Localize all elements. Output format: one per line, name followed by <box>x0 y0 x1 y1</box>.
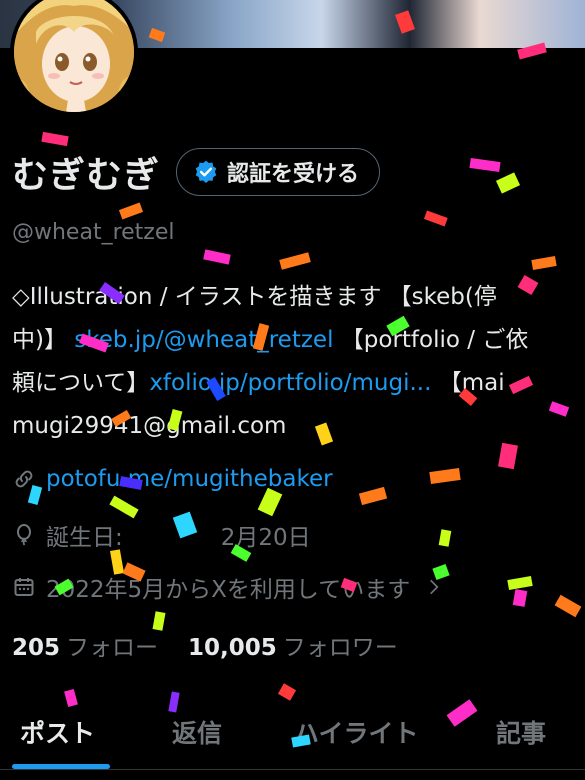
following-value: 205 <box>12 635 61 661</box>
bio: ◇Illustration / イラストを描きます 【skeb(停 中)】 sk… <box>12 276 585 448</box>
website-row: potofu.me/mugithebaker <box>12 466 333 492</box>
bio-text: 頼について】 <box>12 370 150 396</box>
name-row: むぎむぎ 認証を受ける <box>12 146 381 198</box>
profile-tabs: ポスト 返信 ハイライト 記事 <box>0 700 585 764</box>
tab-posts[interactable]: ポスト <box>20 714 95 750</box>
tab-articles[interactable]: 記事 <box>496 714 546 750</box>
followers-value: 10,005 <box>188 635 277 661</box>
chevron-right-icon <box>430 579 439 595</box>
bio-text: 【portfolio / ご依 <box>340 327 529 353</box>
tab-highlights[interactable]: ハイライト <box>294 714 419 750</box>
tabs-divider <box>0 769 585 770</box>
bio-line: 頼について】xfolio.jp/portfolio/mugi... 【mai <box>12 362 585 405</box>
following-count[interactable]: 205 フォロー <box>12 628 158 662</box>
bio-line: 中)】 skeb.jp/@wheat_retzel 【portfolio / ご… <box>12 319 585 362</box>
calendar-icon <box>14 578 34 596</box>
bio-line: ◇Illustration / イラストを描きます 【skeb(停 <box>12 284 497 310</box>
verified-badge-icon <box>195 160 217 183</box>
followers-label: フォロワー <box>282 635 398 661</box>
xfolio-link[interactable]: xfolio.jp/portfolio/mugi... <box>149 370 431 396</box>
display-name: むぎむぎ <box>12 155 161 196</box>
bio-text: 【mai <box>438 370 505 396</box>
tab-replies[interactable]: 返信 <box>172 714 222 750</box>
followers-count[interactable]: 10,005 フォロワー <box>188 628 398 662</box>
bio-email[interactable]: mugi29941@gmail.com <box>12 405 585 448</box>
follow-counts: 205 フォロー 10,005 フォロワー <box>12 628 398 662</box>
bio-text: 中)】 <box>12 327 67 353</box>
website-link[interactable]: potofu.me/mugithebaker <box>46 466 333 492</box>
balloon-icon <box>17 524 31 546</box>
joined-row[interactable]: 2022年5月からXを利用しています <box>12 570 444 604</box>
get-verified-button[interactable]: 認証を受ける <box>176 148 381 196</box>
birthday-row: 誕生日: 2月20日 <box>12 518 311 552</box>
get-verified-label: 認証を受ける <box>227 162 360 187</box>
birthday-label: 誕生日: <box>46 525 123 551</box>
following-label: フォロー <box>66 635 159 661</box>
user-handle: @wheat_retzel <box>12 220 175 245</box>
skeb-link[interactable]: skeb.jp/@wheat_retzel <box>74 327 333 353</box>
birthday-value: 2月20日 <box>220 525 311 551</box>
joined-text: 2022年5月からXを利用しています <box>46 577 411 603</box>
link-icon <box>15 470 33 488</box>
